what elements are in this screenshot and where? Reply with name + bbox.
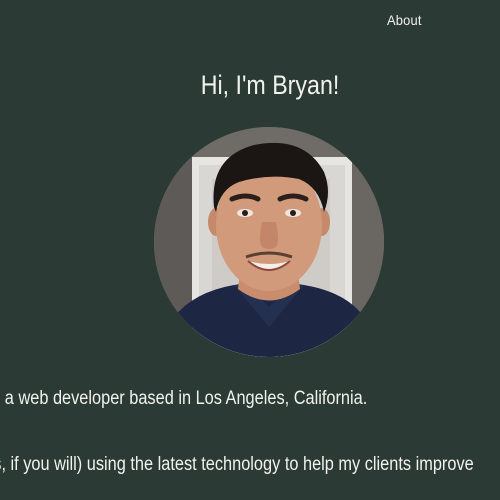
page: About Hi, I'm Bryan! I'm a web developer… <box>0 0 500 500</box>
bio-line-location: I'm a web developer based in Los Angeles… <box>0 388 368 409</box>
avatar <box>154 127 384 357</box>
profile-photo <box>154 127 384 357</box>
page-title: Hi, I'm Bryan! <box>200 70 340 100</box>
nav-about-link[interactable]: About <box>387 12 422 28</box>
bio-line-services: I build websites (and web apps, if you w… <box>0 454 474 475</box>
